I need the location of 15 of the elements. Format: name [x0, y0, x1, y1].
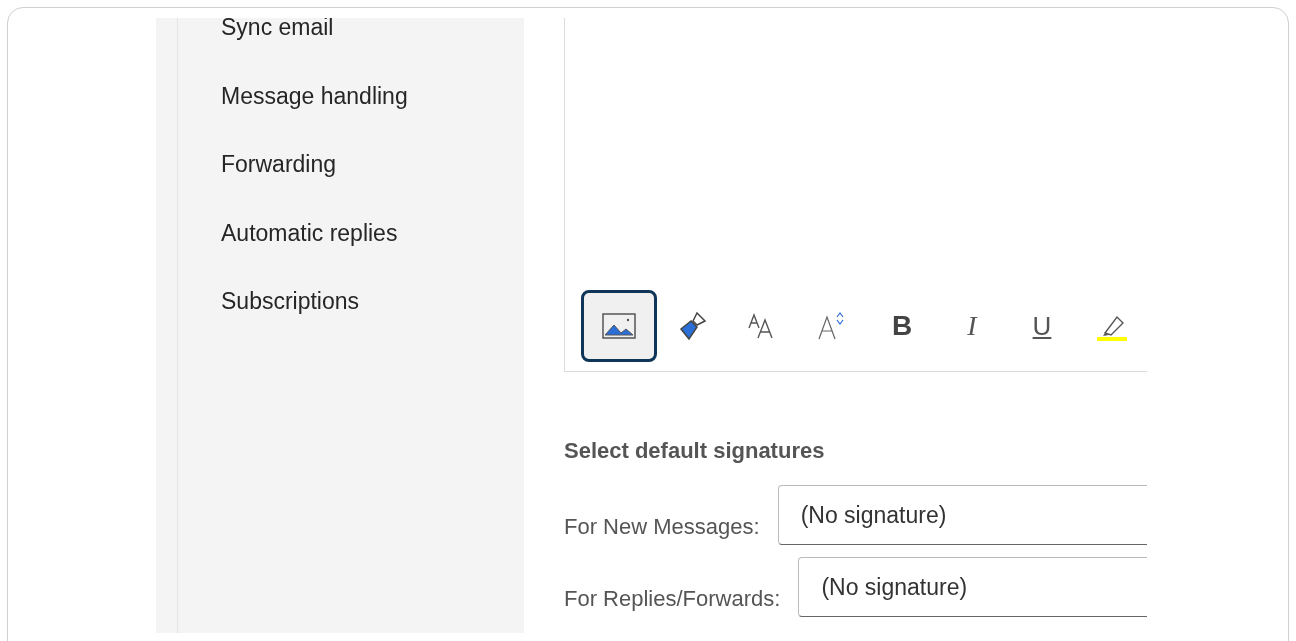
signature-dropdown[interactable]: (No signature)	[798, 557, 1147, 617]
sidebar-item[interactable]: Message handling	[221, 84, 408, 153]
sidebar-item[interactable]: Automatic replies	[221, 221, 408, 290]
field-label: For Replies/Forwards:	[564, 585, 781, 613]
section-heading: Select default signatures	[564, 437, 826, 465]
image-icon	[602, 313, 636, 339]
underline-button[interactable]: U	[1007, 290, 1077, 362]
image-button[interactable]	[581, 290, 657, 362]
field-label: For New Messages:	[564, 513, 760, 541]
signature-dropdown[interactable]: (No signature)	[777, 485, 1147, 545]
bold-button[interactable]: B	[867, 290, 937, 362]
sidebar-item[interactable]: Subscriptions	[221, 290, 408, 359]
sidebar-item[interactable]: Sync email	[221, 18, 408, 85]
italic-button[interactable]: I	[937, 290, 1007, 362]
sidebar-item[interactable]: Forwarding	[221, 153, 408, 222]
